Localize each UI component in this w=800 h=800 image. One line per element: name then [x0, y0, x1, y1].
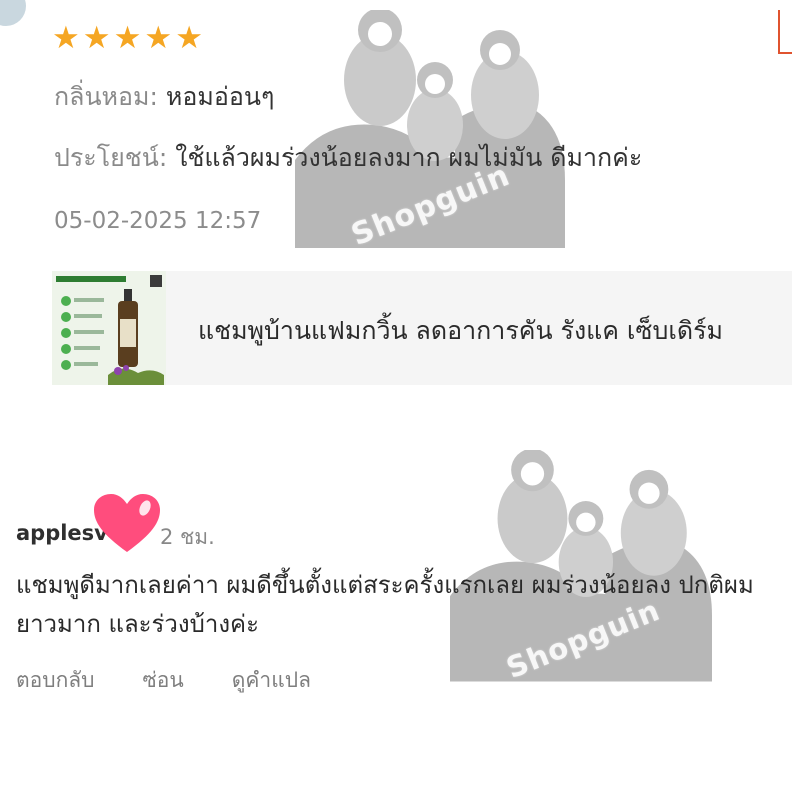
star-icon: ★: [82, 20, 111, 56]
review-attribute-benefit: ประโยชน์: ใช้แล้วผมร่วงน้อยลงมาก ผมไม่มั…: [54, 141, 642, 175]
review-attribute-scent: กลิ่นหอม: หอมอ่อนๆ: [54, 80, 274, 114]
heart-sticker-icon: [92, 492, 162, 560]
attribute-value: ใช้แล้วผมร่วงน้อยลงมาก ผมไม่มัน ดีมากค่ะ: [175, 143, 643, 172]
reply-button[interactable]: ตอบกลับ: [16, 664, 95, 697]
comment-actions: ตอบกลับ ซ่อน ดูคำแปล: [16, 664, 359, 697]
rating-stars: ★ ★ ★ ★ ★: [52, 22, 203, 54]
product-card[interactable]: แชมพูบ้านแฟมกวิ้น ลดอาการคัน รังแค เซ็บเ…: [52, 271, 792, 385]
attribute-label: กลิ่นหอม:: [54, 82, 158, 111]
comment-time: 2 ชม.: [160, 525, 215, 549]
translate-button[interactable]: ดูคำแปล: [232, 664, 311, 697]
star-icon: ★: [113, 20, 142, 56]
corner-bracket: [778, 10, 792, 54]
corner-decoration: [0, 0, 26, 26]
attribute-label: ประโยชน์:: [54, 143, 168, 172]
hide-button[interactable]: ซ่อน: [143, 664, 184, 697]
star-icon: ★: [52, 20, 80, 56]
star-icon: ★: [175, 20, 203, 56]
product-name[interactable]: แชมพูบ้านแฟมกวิ้น ลดอาการคัน รังแค เซ็บเ…: [198, 311, 723, 351]
review-timestamp: 05-02-2025 12:57: [54, 208, 262, 234]
attribute-value: หอมอ่อนๆ: [165, 82, 275, 111]
product-thumbnail[interactable]: [52, 271, 166, 385]
comment-text: แชมพูดีมากเลยค่าา ผมดีขึ้นตั้งแต่สระครั้…: [16, 571, 754, 638]
star-icon: ★: [144, 20, 173, 56]
watermark-image: Shopguin: [295, 10, 565, 253]
